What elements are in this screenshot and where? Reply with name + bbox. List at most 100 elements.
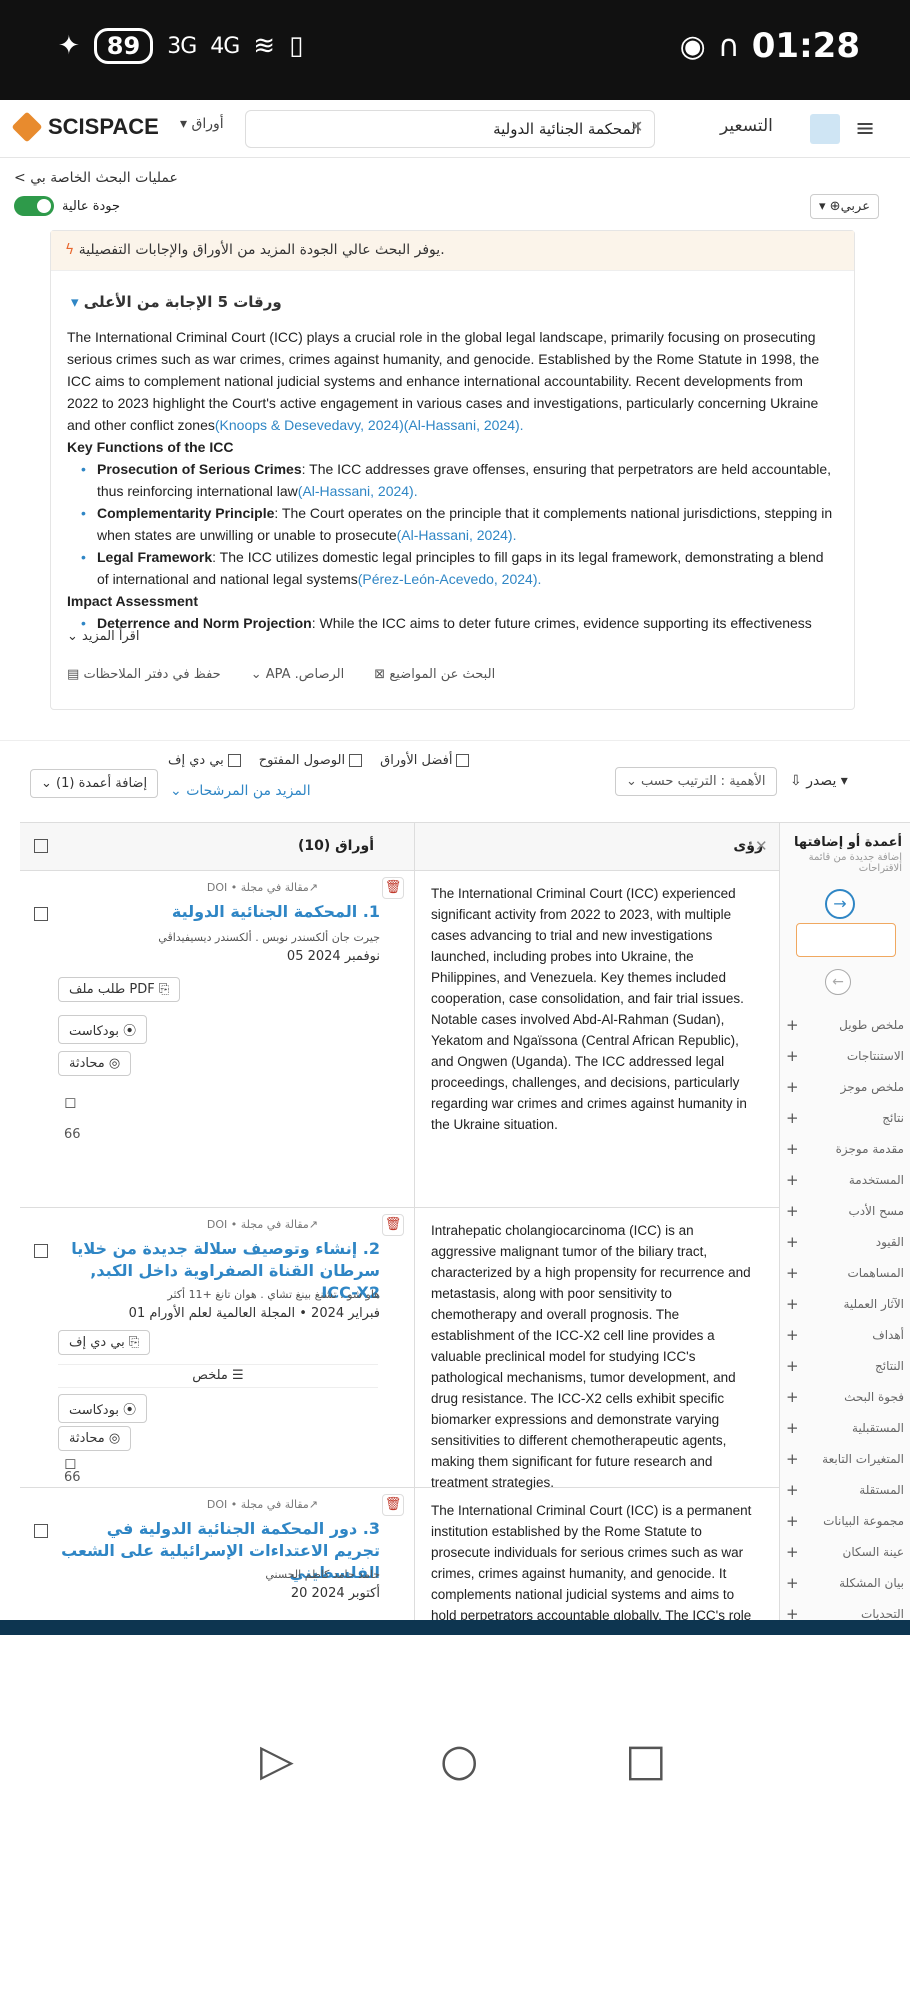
chat-button[interactable]: محادثة ◎	[58, 1426, 132, 1451]
papers-column-header: أوراق (10)	[20, 823, 415, 871]
suggestion-item[interactable]: بيان المشكلة +	[780, 1567, 910, 1598]
suggestion-item[interactable]: المستقبلية +	[780, 1412, 910, 1443]
add-columns-button[interactable]: ⌄ إضافة أعمدة (1)	[30, 769, 159, 798]
summary-button[interactable]: ملخص ☰	[58, 1364, 378, 1388]
citation-link[interactable]: (Al-Hassani, 2024).	[397, 527, 517, 543]
sort-select[interactable]: ⌄ الأهمية : الترتيب حسب	[615, 767, 777, 796]
search-mode-select[interactable]: ▾ أوراق	[180, 116, 224, 132]
row-checkbox[interactable]	[34, 1244, 48, 1258]
paper-title[interactable]: 1. المحكمة الجنائية الدولية	[60, 901, 380, 923]
suggestion-label: النتائج	[875, 1358, 904, 1373]
menu-icon[interactable]: ≡	[855, 114, 875, 142]
back-nav-icon[interactable]: ▷	[260, 1735, 294, 1786]
plus-icon: +	[786, 1418, 799, 1437]
recents-nav-icon[interactable]: □	[625, 1735, 667, 1786]
suggestion-label: القيود	[875, 1234, 904, 1249]
back-link[interactable]: < عمليات البحث الخاصة بي	[14, 170, 178, 186]
pdf-filter[interactable]: بي دي إف	[168, 753, 241, 768]
read-more-label: اقرأ المزيد	[82, 629, 140, 644]
suggestion-item[interactable]: الآثار العملية +	[780, 1288, 910, 1319]
chevron-down-icon: ⌄	[626, 774, 637, 789]
bookmark-icon[interactable]: ◻	[64, 1093, 76, 1111]
suggestion-item[interactable]: أهداف +	[780, 1319, 910, 1350]
suggestion-item[interactable]: مقدمة موجزة +	[780, 1133, 910, 1164]
chat-button[interactable]: محادثة ◎	[58, 1051, 132, 1076]
suggestion-item[interactable]: ملخص طويل +	[780, 1009, 910, 1040]
language-select[interactable]: ▾ ⊕عربي	[810, 194, 879, 219]
plus-icon: +	[786, 1573, 799, 1592]
podcast-button[interactable]: بودكاست ⦿	[58, 1015, 148, 1044]
delete-icon[interactable]: 🗑	[382, 1214, 404, 1236]
arrow-right-icon[interactable]: →	[825, 889, 855, 919]
citation-link[interactable]: (Al-Hassani, 2024).	[298, 483, 418, 499]
suggestion-item[interactable]: المستقلة +	[780, 1474, 910, 1505]
summary-label: ملخص	[192, 1368, 228, 1383]
insight-text: The International Criminal Court (ICC) i…	[431, 1503, 752, 1620]
read-more-button[interactable]: ⌄ اقرأ المزيد	[67, 629, 140, 644]
sparkle-icon: ϟ	[65, 242, 75, 258]
chevron-down-icon: ⌄	[170, 783, 182, 799]
suggestion-item[interactable]: مسح الأدب +	[780, 1195, 910, 1226]
plus-icon: +	[786, 1077, 799, 1096]
row-checkbox[interactable]	[34, 907, 48, 921]
more-filters-button[interactable]: ⌄ المزيد من المرشحات	[170, 783, 311, 799]
column-name-input[interactable]	[796, 923, 896, 957]
suggestion-item[interactable]: النتائج +	[780, 1350, 910, 1381]
clear-search-icon[interactable]: ✕	[630, 117, 643, 136]
suggestion-label: مسح الأدب	[848, 1203, 904, 1218]
answer-heading[interactable]: ▾ ورقات 5 الإجابة من الأعلى	[71, 293, 282, 311]
delete-icon[interactable]: 🗑	[382, 1494, 404, 1516]
delete-icon[interactable]: 🗑	[382, 877, 404, 899]
logo[interactable]: SCISPACE	[11, 111, 159, 143]
suggestion-label: مقدمة موجزة	[835, 1141, 904, 1156]
top-papers-filter[interactable]: أفضل الأوراق	[380, 753, 470, 768]
select-all-checkbox[interactable]	[34, 839, 48, 853]
suggestion-item[interactable]: نتائج +	[780, 1102, 910, 1133]
arrow-left-icon[interactable]: ←	[825, 969, 851, 995]
search-input[interactable]: المحكمة الجنائية الدولية	[245, 110, 655, 148]
suggestion-item[interactable]: المستخدمة +	[780, 1164, 910, 1195]
suggestion-label: المستقبلية	[852, 1420, 904, 1435]
status-left: ✦ 89 3G 4G ≋ ▯	[58, 28, 303, 64]
row-checkbox[interactable]	[34, 1524, 48, 1538]
checkbox[interactable]	[349, 754, 363, 767]
suggestion-item[interactable]: فجوة البحث +	[780, 1381, 910, 1412]
request-pdf-button[interactable]: طلب ملف PDF ⎘	[58, 977, 181, 1002]
home-nav-icon[interactable]: ○	[440, 1735, 478, 1786]
save-notebook-button[interactable]: ▤ حفظ في دفتر الملاحظات	[67, 667, 221, 682]
open-access-label: الوصول المفتوح	[258, 753, 346, 768]
suggestion-item[interactable]: ملخص موجز +	[780, 1071, 910, 1102]
avatar[interactable]	[810, 114, 840, 144]
find-topics-button[interactable]: ⊠ البحث عن المواضيع	[374, 667, 495, 682]
podcast-button[interactable]: بودكاست ⦿	[58, 1394, 148, 1423]
checkbox[interactable]	[456, 754, 470, 767]
paper-cell: ↗مقالة في مجلة • DOI 🗑 2. إنشاء وتوصيف س…	[20, 1208, 415, 1487]
open-access-filter[interactable]: الوصول المفتوح	[258, 753, 363, 768]
close-column-icon[interactable]: ✕	[755, 837, 768, 855]
notebook-icon: ▤	[67, 667, 80, 682]
plus-icon: +	[786, 1542, 799, 1561]
battery-indicator: 89	[93, 28, 154, 64]
more-filters-label: المزيد من المرشحات	[186, 783, 311, 799]
suggestion-item[interactable]: الاستنتاجات +	[780, 1040, 910, 1071]
add-columns-label: إضافة أعمدة (1)	[56, 776, 148, 791]
papers-header-label: أوراق (10)	[297, 838, 374, 854]
citation-link[interactable]: (Knoops & Desevedavy, 2024)(Al-Hassani, …	[215, 417, 524, 433]
table-row: ↗مقالة في مجلة • DOI 🗑 1. المحكمة الجنائ…	[20, 871, 780, 1208]
pdf-button[interactable]: بي دي إف ⎘	[58, 1330, 151, 1355]
suggestion-item[interactable]: مجموعة البيانات +	[780, 1505, 910, 1536]
checkbox[interactable]	[227, 754, 241, 767]
citation-style-select[interactable]: ⌄ APA .الرصاص	[251, 667, 345, 682]
suggestion-item[interactable]: التحديات +	[780, 1598, 910, 1621]
paper-cell: ↗مقالة في مجلة • DOI 🗑 1. المحكمة الجنائ…	[20, 871, 415, 1207]
citation-link[interactable]: (Pérez-León-Acevedo, 2024).	[358, 571, 542, 587]
plus-icon: +	[786, 1294, 799, 1313]
suggestion-item[interactable]: المساهمات +	[780, 1257, 910, 1288]
high-quality-toggle[interactable]	[14, 196, 54, 216]
suggestion-item[interactable]: المتغيرات التابعة +	[780, 1443, 910, 1474]
export-button[interactable]: ⇩ يصدر ▾	[790, 773, 848, 789]
suggestion-item[interactable]: عينة السكان +	[780, 1536, 910, 1567]
insight-text: The International Criminal Court (ICC) e…	[431, 886, 747, 1132]
suggestion-item[interactable]: القيود +	[780, 1226, 910, 1257]
pricing-link[interactable]: التسعير	[720, 116, 773, 136]
